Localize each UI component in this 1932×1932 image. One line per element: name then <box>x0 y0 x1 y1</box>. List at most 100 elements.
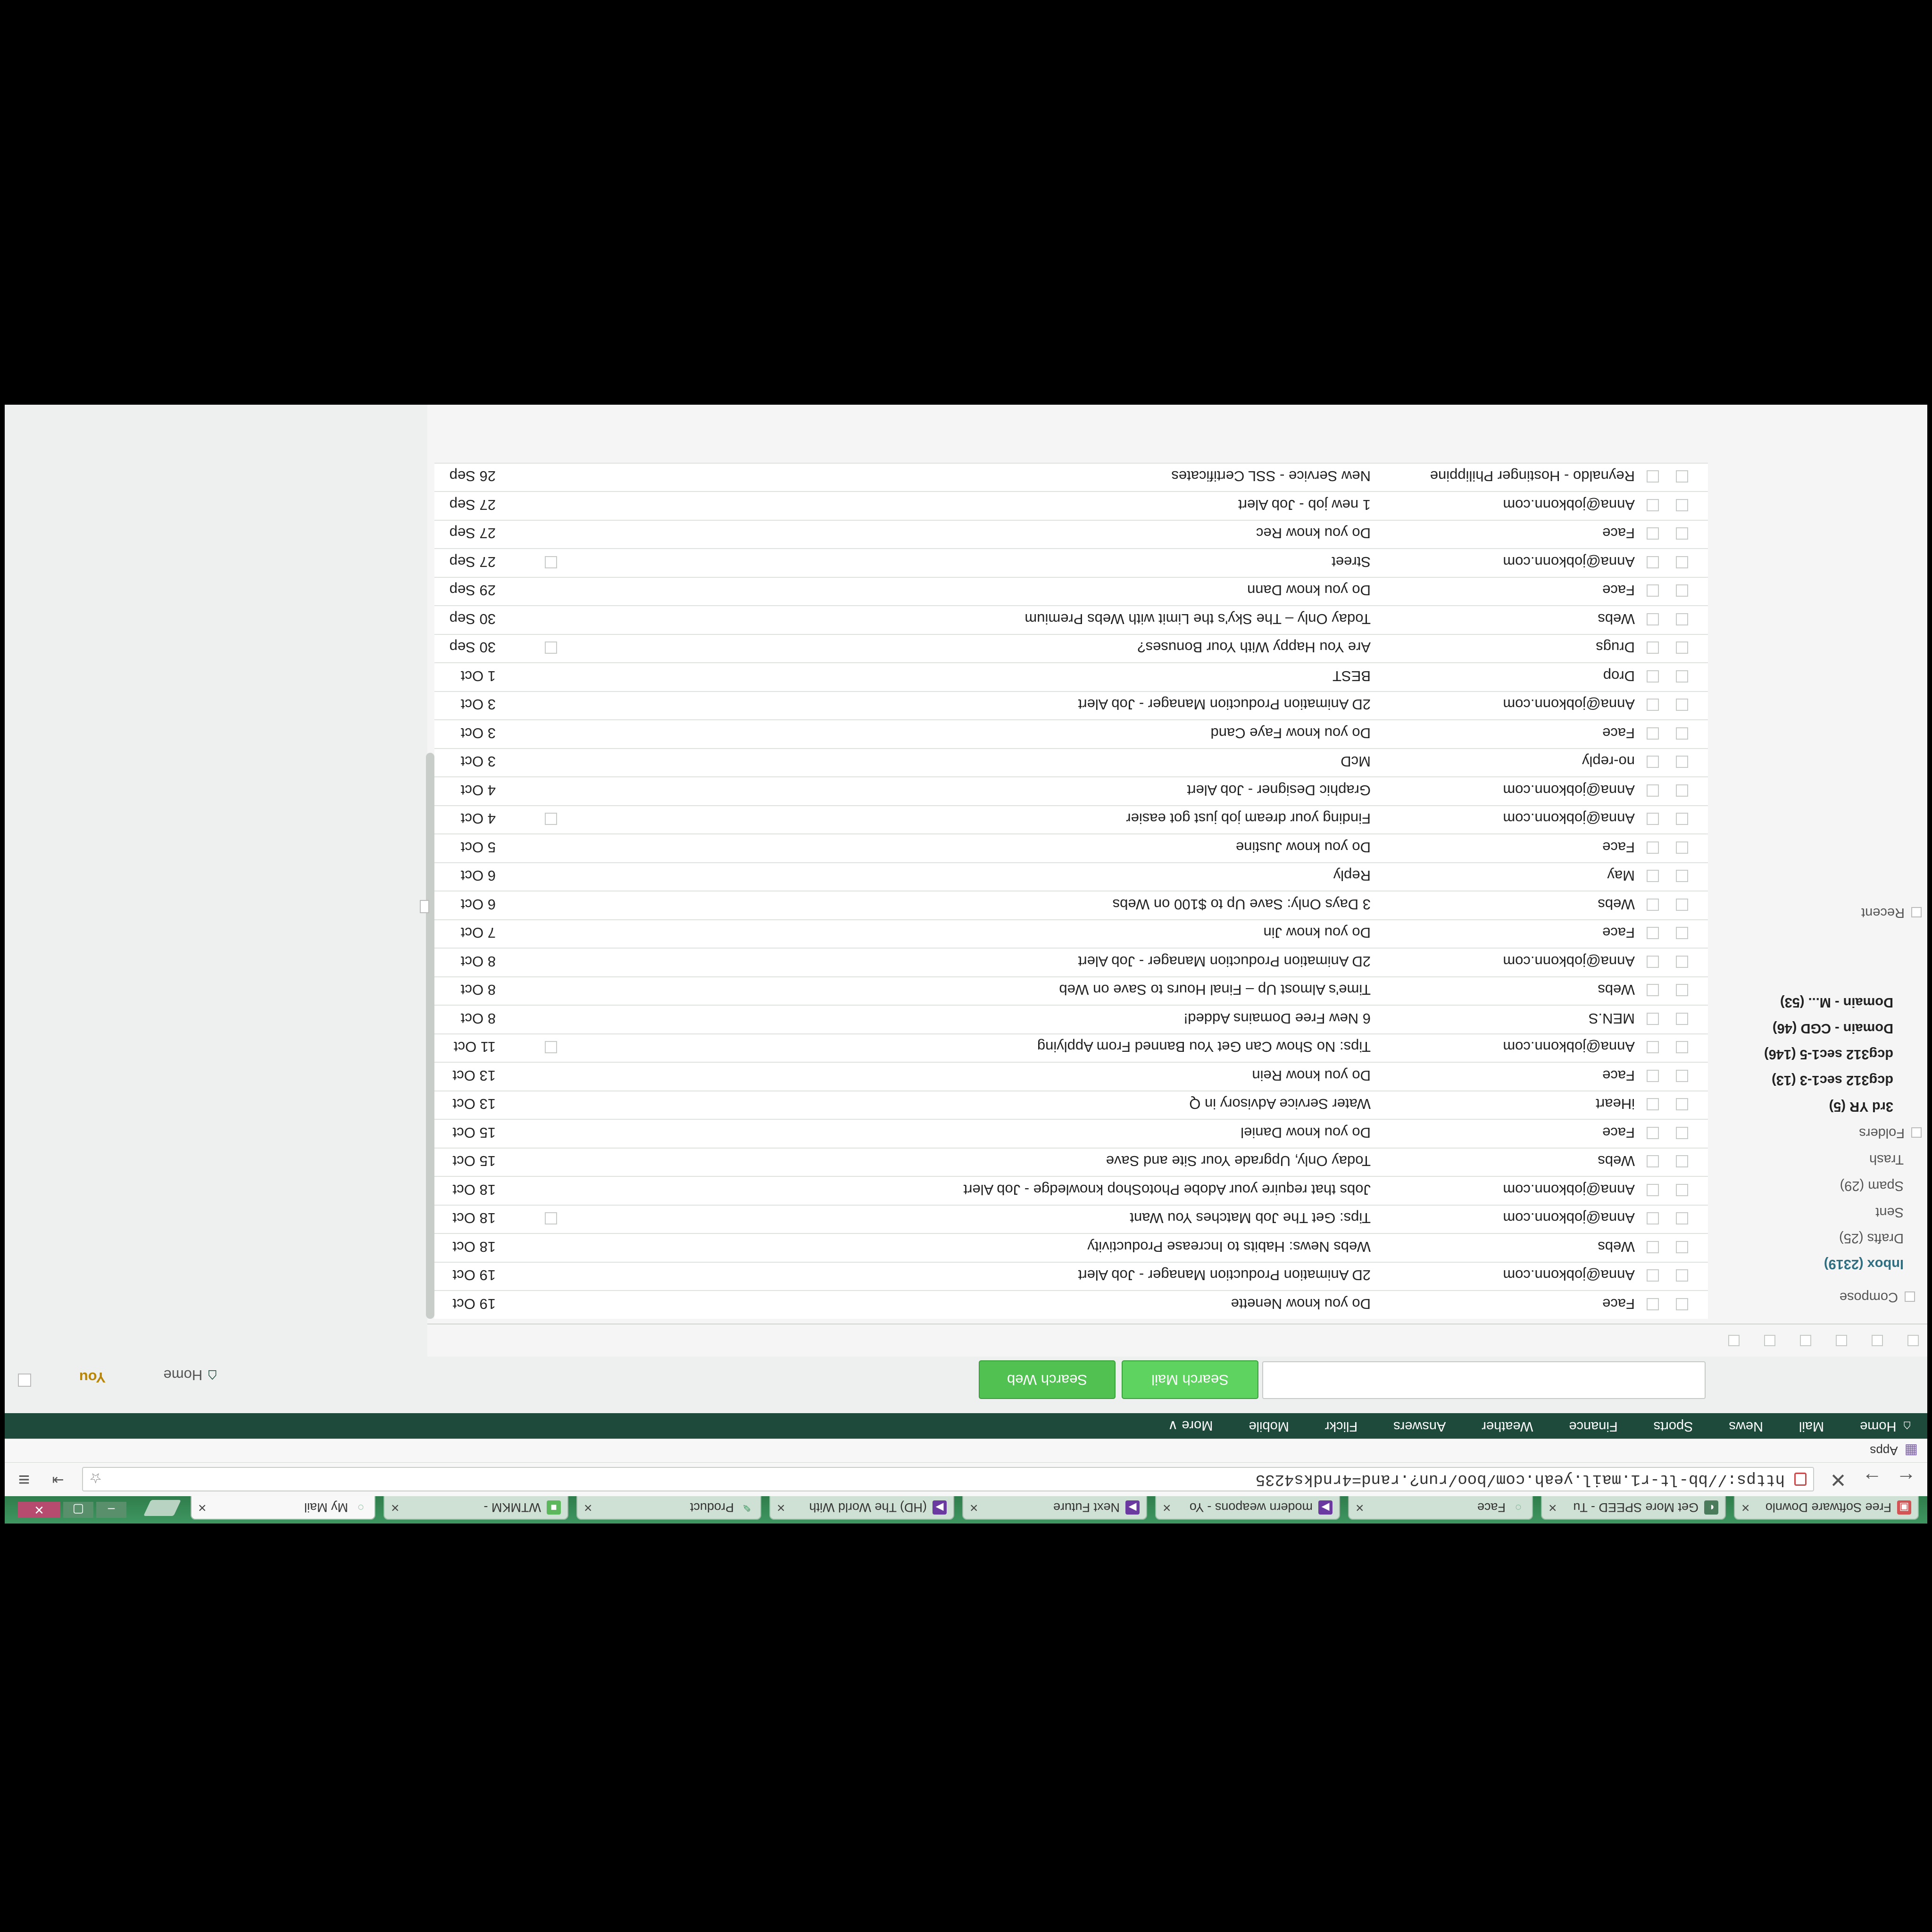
folder-item[interactable]: dcg312 sec1-5 (146) <box>1764 1046 1893 1062</box>
message-row[interactable]: Anna@jobkonn.com 1 new job - Job Alert 27 … <box>434 491 1708 520</box>
message-row[interactable]: Anna@jobkonn.com Tips: No Show Can Get Yo… <box>434 1033 1708 1062</box>
row-select-checkbox[interactable] <box>1676 641 1688 654</box>
folder-spam[interactable]: Spam (29) <box>1840 1178 1904 1193</box>
row-flag-icon[interactable] <box>1647 584 1659 597</box>
row-flag-icon[interactable] <box>1647 813 1659 825</box>
row-select-checkbox[interactable] <box>1676 470 1688 483</box>
message-row[interactable]: Webs Today Only, Upgrade Your Site and Sa… <box>434 1148 1708 1176</box>
row-select-checkbox[interactable] <box>1676 727 1688 740</box>
row-select-checkbox[interactable] <box>1676 841 1688 854</box>
row-select-checkbox[interactable] <box>1676 1241 1688 1253</box>
row-select-checkbox[interactable] <box>1676 584 1688 597</box>
message-row[interactable]: Face Do you know Faye Cand 3 Oct <box>434 719 1708 748</box>
message-row[interactable]: Drop BEST 1 Oct <box>434 662 1708 691</box>
row-flag-icon[interactable] <box>1647 870 1659 883</box>
message-row[interactable]: Face Do you know Dann 29 Sep <box>434 577 1708 606</box>
message-row[interactable]: Reynaldo - Hostinger Philippine New Servi… <box>434 463 1708 491</box>
message-row[interactable]: Face Do you know Daniel 15 Oct <box>434 1119 1708 1148</box>
row-flag-icon[interactable] <box>1647 1041 1659 1054</box>
row-flag-icon[interactable] <box>1647 499 1659 511</box>
row-attachment-icon[interactable] <box>545 556 557 568</box>
browser-tab[interactable]: ▶ Next Future × <box>962 1496 1147 1520</box>
row-flag-icon[interactable] <box>1647 470 1659 483</box>
row-select-checkbox[interactable] <box>1676 1070 1688 1082</box>
row-flag-icon[interactable] <box>1647 984 1659 997</box>
toolbar-select-icon[interactable] <box>1907 1335 1919 1346</box>
toolbar-more-icon[interactable] <box>1764 1335 1775 1346</box>
close-tab-icon[interactable]: × <box>391 1499 400 1516</box>
row-select-checkbox[interactable] <box>1676 813 1688 825</box>
row-flag-icon[interactable] <box>1647 927 1659 940</box>
address-bar[interactable]: https://bb-lt-r1.mail.yeah.com/boo/run?.… <box>82 1467 1814 1491</box>
browser-tab[interactable]: ◌ My Mail × <box>191 1496 375 1520</box>
close-tab-icon[interactable]: × <box>1356 1499 1364 1516</box>
row-flag-icon[interactable] <box>1647 699 1659 711</box>
row-flag-icon[interactable] <box>1647 613 1659 625</box>
row-flag-icon[interactable] <box>1647 641 1659 654</box>
maximize-icon[interactable]: ▢ <box>63 1502 93 1518</box>
row-select-checkbox[interactable] <box>1676 984 1688 997</box>
toolbar-move-icon[interactable] <box>1836 1335 1847 1346</box>
row-flag-icon[interactable] <box>1647 1127 1659 1139</box>
row-select-checkbox[interactable] <box>1676 1212 1688 1225</box>
row-flag-icon[interactable] <box>1647 956 1659 968</box>
new-tab-button[interactable] <box>143 1500 181 1516</box>
row-flag-icon[interactable] <box>1647 1098 1659 1111</box>
message-row[interactable]: Anna@jobkonn.com 2D Animation Production … <box>434 948 1708 976</box>
row-select-checkbox[interactable] <box>1676 1013 1688 1025</box>
search-input[interactable] <box>1262 1361 1706 1399</box>
row-select-checkbox[interactable] <box>1676 1041 1688 1054</box>
row-flag-icon[interactable] <box>1647 1298 1659 1310</box>
row-select-checkbox[interactable] <box>1676 1298 1688 1310</box>
topnav-item[interactable]: More ∨ <box>1168 1418 1213 1434</box>
search-mail-button[interactable]: Search Mail <box>1122 1360 1258 1399</box>
row-select-checkbox[interactable] <box>1676 499 1688 511</box>
message-row[interactable]: Webs Webs News: Habits to Increase Produc… <box>434 1233 1708 1262</box>
row-select-checkbox[interactable] <box>1676 927 1688 940</box>
folder-trash[interactable]: Trash <box>1869 1151 1904 1167</box>
stop-loading-icon[interactable]: ✕ <box>1826 1468 1850 1491</box>
folder-drafts[interactable]: Drafts (25) <box>1839 1230 1904 1246</box>
close-tab-icon[interactable]: × <box>1163 1499 1171 1516</box>
row-flag-icon[interactable] <box>1647 1013 1659 1025</box>
message-row[interactable]: Face Do you know Rein 13 Oct <box>434 1062 1708 1091</box>
topnav-item[interactable]: Finance <box>1569 1418 1617 1434</box>
message-row[interactable]: Anna@jobkonn.com Jobs that require your A… <box>434 1176 1708 1205</box>
row-attachment-icon[interactable] <box>545 641 557 654</box>
message-row[interactable]: Drugs Are You Happy With Your Bonuses? 30 … <box>434 634 1708 663</box>
message-row[interactable]: May Reply 6 Oct <box>434 862 1708 891</box>
message-row[interactable]: Anna@jobkonn.com 2D Animation Production … <box>434 691 1708 720</box>
compose-button[interactable]: Compose <box>1840 1289 1915 1305</box>
row-select-checkbox[interactable] <box>1676 1127 1688 1139</box>
message-row[interactable]: Webs Today Only – The Sky's the Limit wit… <box>434 605 1708 634</box>
menu-icon[interactable]: ≡ <box>12 1468 36 1491</box>
message-row[interactable]: Face Do you know Rec 27 Sep <box>434 520 1708 549</box>
topnav-item[interactable]: Mobile <box>1249 1418 1289 1434</box>
search-web-button[interactable]: Search Web <box>979 1360 1116 1399</box>
close-tab-icon[interactable]: × <box>1549 1499 1557 1516</box>
row-select-checkbox[interactable] <box>1676 699 1688 711</box>
row-flag-icon[interactable] <box>1647 1070 1659 1082</box>
row-flag-icon[interactable] <box>1647 670 1659 683</box>
message-row[interactable]: Anna@jobkonn.com Tips: Get The Job Matche… <box>434 1205 1708 1233</box>
row-select-checkbox[interactable] <box>1676 1098 1688 1111</box>
home-link[interactable]: ⌂Home <box>164 1366 217 1386</box>
close-window-icon[interactable]: ✕ <box>18 1502 60 1518</box>
row-select-checkbox[interactable] <box>1676 899 1688 911</box>
toolbar-sort-icon[interactable] <box>1728 1335 1740 1346</box>
topnav-item[interactable]: Flickr <box>1325 1418 1357 1434</box>
browser-tab[interactable]: ◐ Get More SPEED - Tu × <box>1541 1496 1726 1520</box>
row-flag-icon[interactable] <box>1647 727 1659 740</box>
row-flag-icon[interactable] <box>1647 527 1659 540</box>
row-flag-icon[interactable] <box>1647 1184 1659 1196</box>
folder-sent[interactable]: Sent <box>1875 1204 1904 1220</box>
topnav-item[interactable]: Mail <box>1799 1418 1824 1434</box>
message-row[interactable]: Anna@jobkonn.com Street 27 Sep <box>434 548 1708 577</box>
row-select-checkbox[interactable] <box>1676 613 1688 625</box>
browser-tab[interactable]: ◌ Face × <box>1348 1496 1533 1520</box>
row-select-checkbox[interactable] <box>1676 1155 1688 1168</box>
browser-tab[interactable]: ▶ (HD) The World With × <box>769 1496 954 1520</box>
folder-inbox[interactable]: Inbox (2319) <box>1824 1256 1904 1272</box>
folder-item[interactable]: Domain - M... (53) <box>1780 994 1893 1010</box>
message-row[interactable]: Face Do you know Jin 7 Oct <box>434 919 1708 948</box>
